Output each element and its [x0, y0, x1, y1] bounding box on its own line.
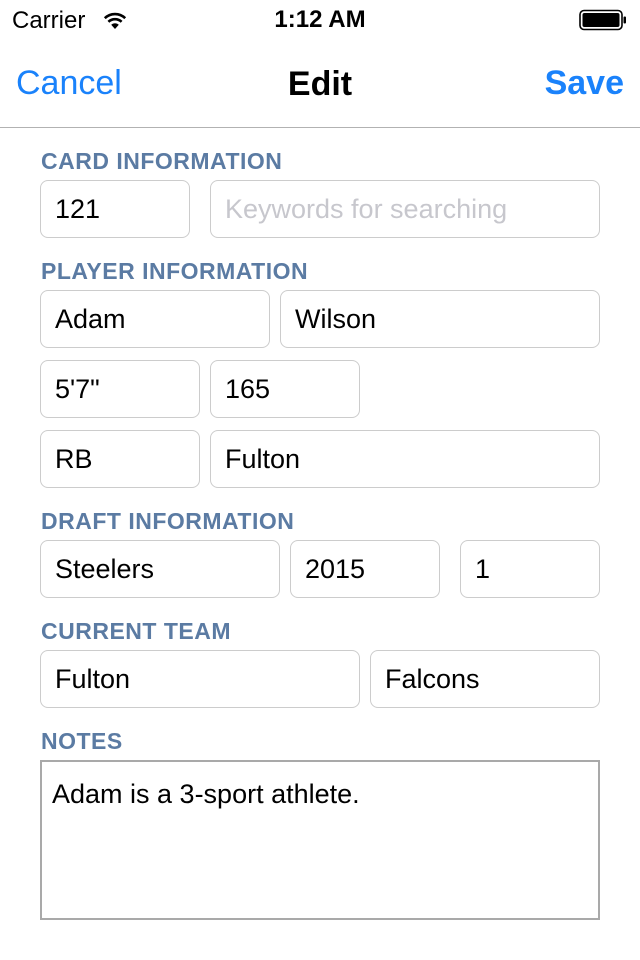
draft-round-field[interactable]: 1 — [460, 540, 600, 598]
position-field[interactable]: RB — [40, 430, 200, 488]
card-number-field[interactable]: 121 — [40, 180, 190, 238]
first-name-field[interactable]: Adam — [40, 290, 270, 348]
weight-field[interactable]: 165 — [210, 360, 360, 418]
notes-textarea[interactable]: Adam is a 3-sport athlete. — [40, 760, 600, 920]
navigation-bar: Cancel Edit Save — [0, 40, 640, 128]
section-label-player-information: PLAYER INFORMATION — [41, 258, 309, 284]
last-name-field[interactable]: Wilson — [280, 290, 600, 348]
cancel-button[interactable]: Cancel — [16, 63, 122, 103]
status-time: 1:12 AM — [274, 6, 366, 33]
current-team-city-field[interactable]: Fulton — [40, 650, 360, 708]
section-label-current-team: CURRENT TEAM — [41, 618, 231, 644]
draft-year-field[interactable]: 2015 — [290, 540, 440, 598]
save-button[interactable]: Save — [545, 63, 624, 103]
section-label-notes: NOTES — [41, 728, 123, 754]
height-field[interactable]: 5'7" — [40, 360, 200, 418]
section-label-card-information: CARD INFORMATION — [41, 148, 283, 174]
status-bar: Carrier 1:12 AM — [0, 0, 640, 40]
section-label-draft-information: DRAFT INFORMATION — [41, 508, 295, 534]
current-team-name-field[interactable]: Falcons — [370, 650, 600, 708]
school-field[interactable]: Fulton — [210, 430, 600, 488]
battery-icon — [579, 9, 626, 31]
keywords-field[interactable]: Keywords for searching — [210, 180, 600, 238]
draft-team-field[interactable]: Steelers — [40, 540, 280, 598]
